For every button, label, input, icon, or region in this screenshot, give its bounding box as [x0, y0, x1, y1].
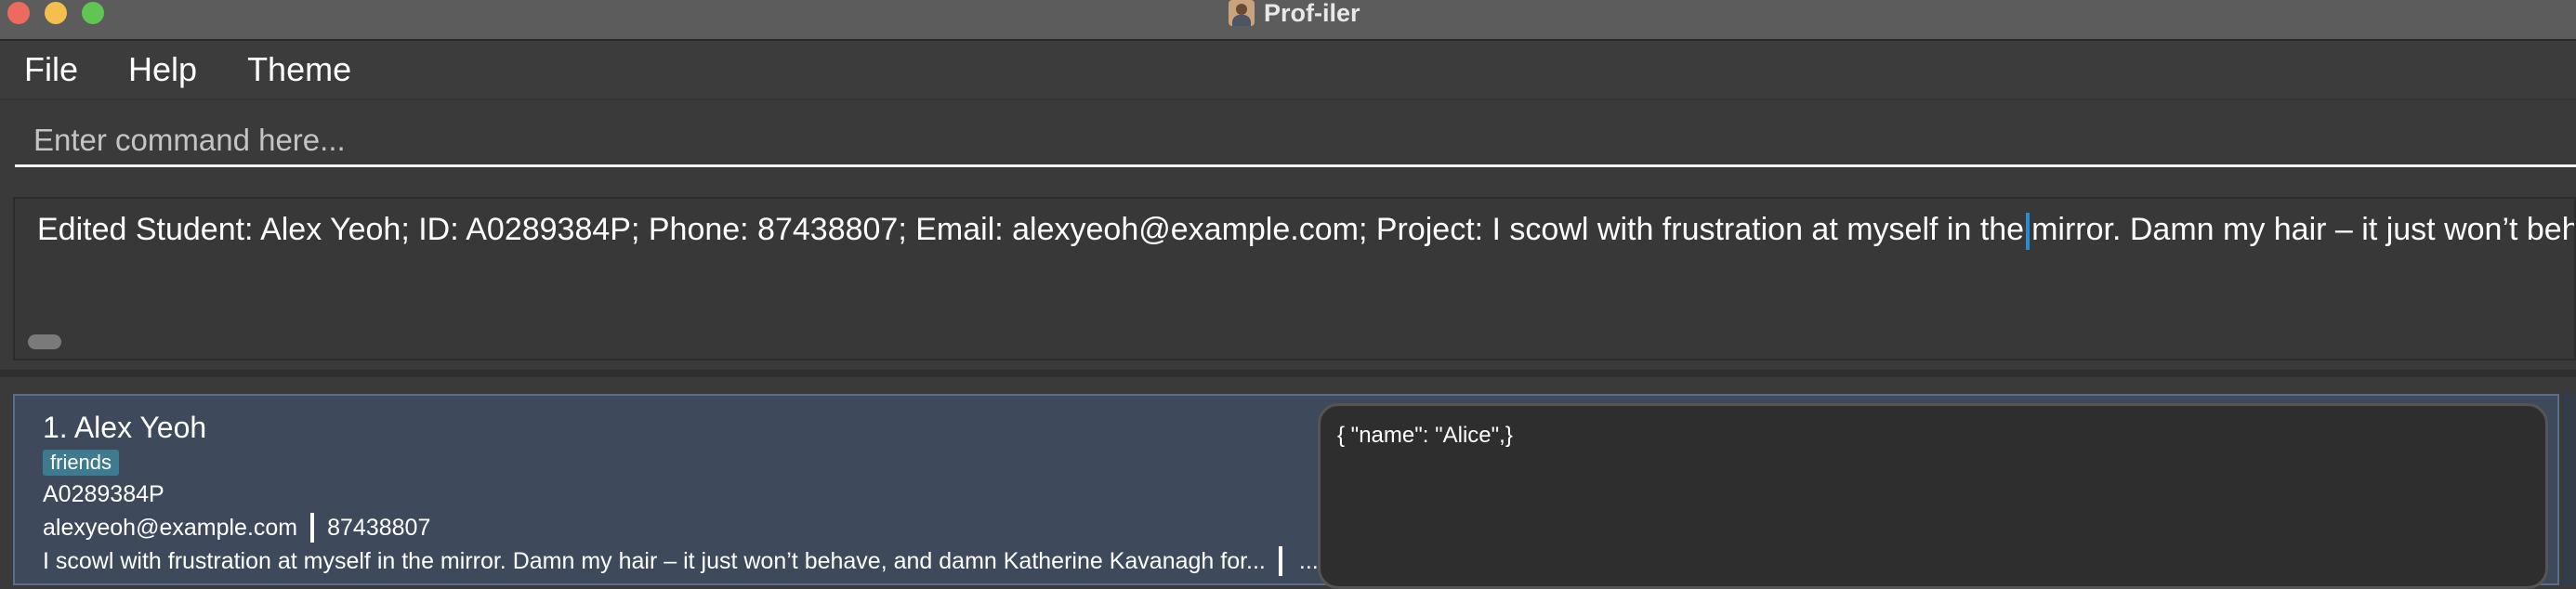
result-text: Edited Student: Alex Yeoh; ID: A0289384P… [37, 212, 2576, 251]
person-name: 1. Alex Yeoh [43, 411, 207, 444]
project-description: I scowl with frustration at myself in th… [43, 547, 1266, 574]
panel-divider[interactable] [0, 370, 2576, 377]
separator-bar [1278, 546, 1282, 576]
person-email: alexyeoh@example.com [43, 514, 298, 541]
text-caret [2026, 213, 2031, 251]
tag-badge: friends [43, 450, 120, 476]
app-icon [1229, 0, 1255, 26]
person-phone: 87438807 [327, 514, 431, 541]
result-display[interactable]: Edited Student: Alex Yeoh; ID: A0289384P… [13, 197, 2576, 360]
more-button[interactable]: ... [1299, 548, 1319, 575]
menu-bar: File Help Theme [0, 41, 2576, 100]
menu-theme[interactable]: Theme [247, 50, 351, 89]
close-window-button[interactable] [7, 2, 30, 24]
list-scroll-edge [2563, 394, 2576, 585]
contact-line: alexyeoh@example.com 87438807 [43, 513, 430, 543]
json-preview-panel[interactable]: { "name": "Alice",} [1318, 403, 2548, 589]
menu-file[interactable]: File [24, 50, 78, 89]
separator-bar [310, 513, 315, 543]
maximize-window-button[interactable] [82, 2, 104, 24]
project-line: I scowl with frustration at myself in th… [43, 546, 1319, 576]
window-title: Prof-iler [1264, 0, 1360, 27]
horizontal-scrollbar-thumb[interactable] [28, 334, 61, 349]
json-preview-text: { "name": "Alice",} [1337, 423, 1513, 448]
student-id: A0289384P [43, 481, 164, 507]
title-bar: Prof-iler [0, 0, 2576, 41]
window-title-group: Prof-iler [1229, 0, 1360, 27]
result-text-after-caret: mirror. Damn my hair – it just won’t beh… [2031, 212, 2576, 247]
result-text-before-caret: Edited Student: Alex Yeoh; ID: A0289384P… [37, 212, 2025, 247]
menu-help[interactable]: Help [128, 50, 197, 89]
command-area [0, 100, 2576, 182]
command-input[interactable] [15, 115, 2576, 167]
person-card[interactable]: 1. Alex Yeoh friends A0289384P alexyeoh@… [13, 394, 2559, 589]
minimize-window-button[interactable] [45, 2, 67, 24]
